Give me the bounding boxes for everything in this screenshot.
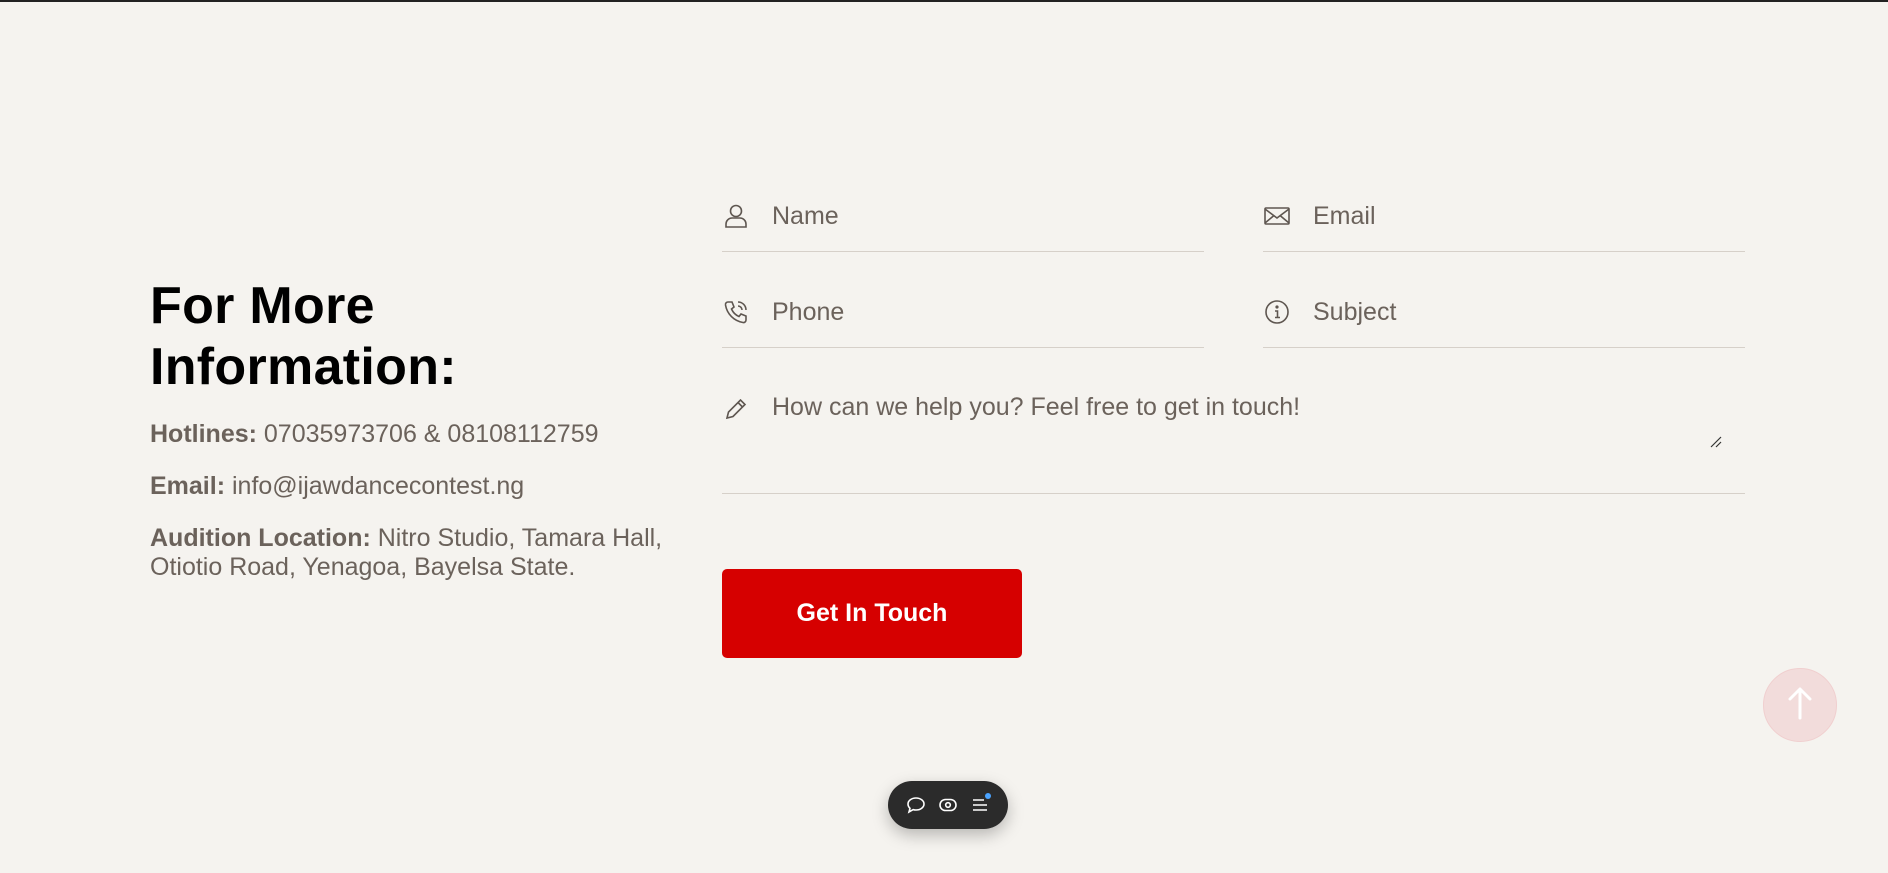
menu-button[interactable] (968, 793, 992, 817)
phone-input[interactable] (772, 294, 1192, 330)
comment-icon (907, 797, 925, 814)
email-value: info@ijawdancecontest.ng (231, 472, 525, 500)
notification-dot (985, 793, 991, 799)
email-input[interactable] (1313, 198, 1733, 234)
phone-field (722, 276, 1204, 348)
scroll-to-top-button[interactable] (1763, 668, 1837, 742)
comment-button[interactable] (904, 793, 928, 817)
message-textarea[interactable] (772, 391, 1712, 471)
subject-input[interactable] (1313, 294, 1733, 330)
contact-info: For More Information: Hotlines: 07035973… (150, 276, 670, 605)
resize-grip-icon[interactable] (1710, 435, 1722, 448)
location-label: Audition Location: (150, 524, 371, 552)
phone-icon (722, 298, 750, 326)
arrow-up-icon (1785, 686, 1815, 725)
pencil-icon (722, 395, 750, 423)
view-toggle-button[interactable] (936, 793, 960, 817)
info-icon (1263, 298, 1291, 326)
location-line: Audition Location: Nitro Studio, Tamara … (150, 524, 670, 582)
hotlines-value: 07035973706 & 08108112759 (263, 420, 599, 448)
email-field (1263, 180, 1745, 252)
envelope-icon (1263, 202, 1291, 230)
hotlines-label: Hotlines: (150, 420, 257, 448)
name-field (722, 180, 1204, 252)
user-icon (722, 202, 750, 230)
email-line: Email: info@ijawdancecontest.ng (150, 472, 670, 501)
name-input[interactable] (772, 198, 1192, 234)
email-label: Email: (150, 472, 226, 500)
message-field (722, 373, 1745, 494)
subject-field (1263, 276, 1745, 348)
get-in-touch-button[interactable]: Get In Touch (722, 569, 1022, 658)
hotlines-line: Hotlines: 07035973706 & 08108112759 (150, 420, 670, 449)
top-rule (0, 0, 1888, 2)
eye-icon (939, 798, 957, 812)
floating-toolbar (888, 781, 1008, 829)
info-heading: For More Information: (150, 277, 457, 396)
